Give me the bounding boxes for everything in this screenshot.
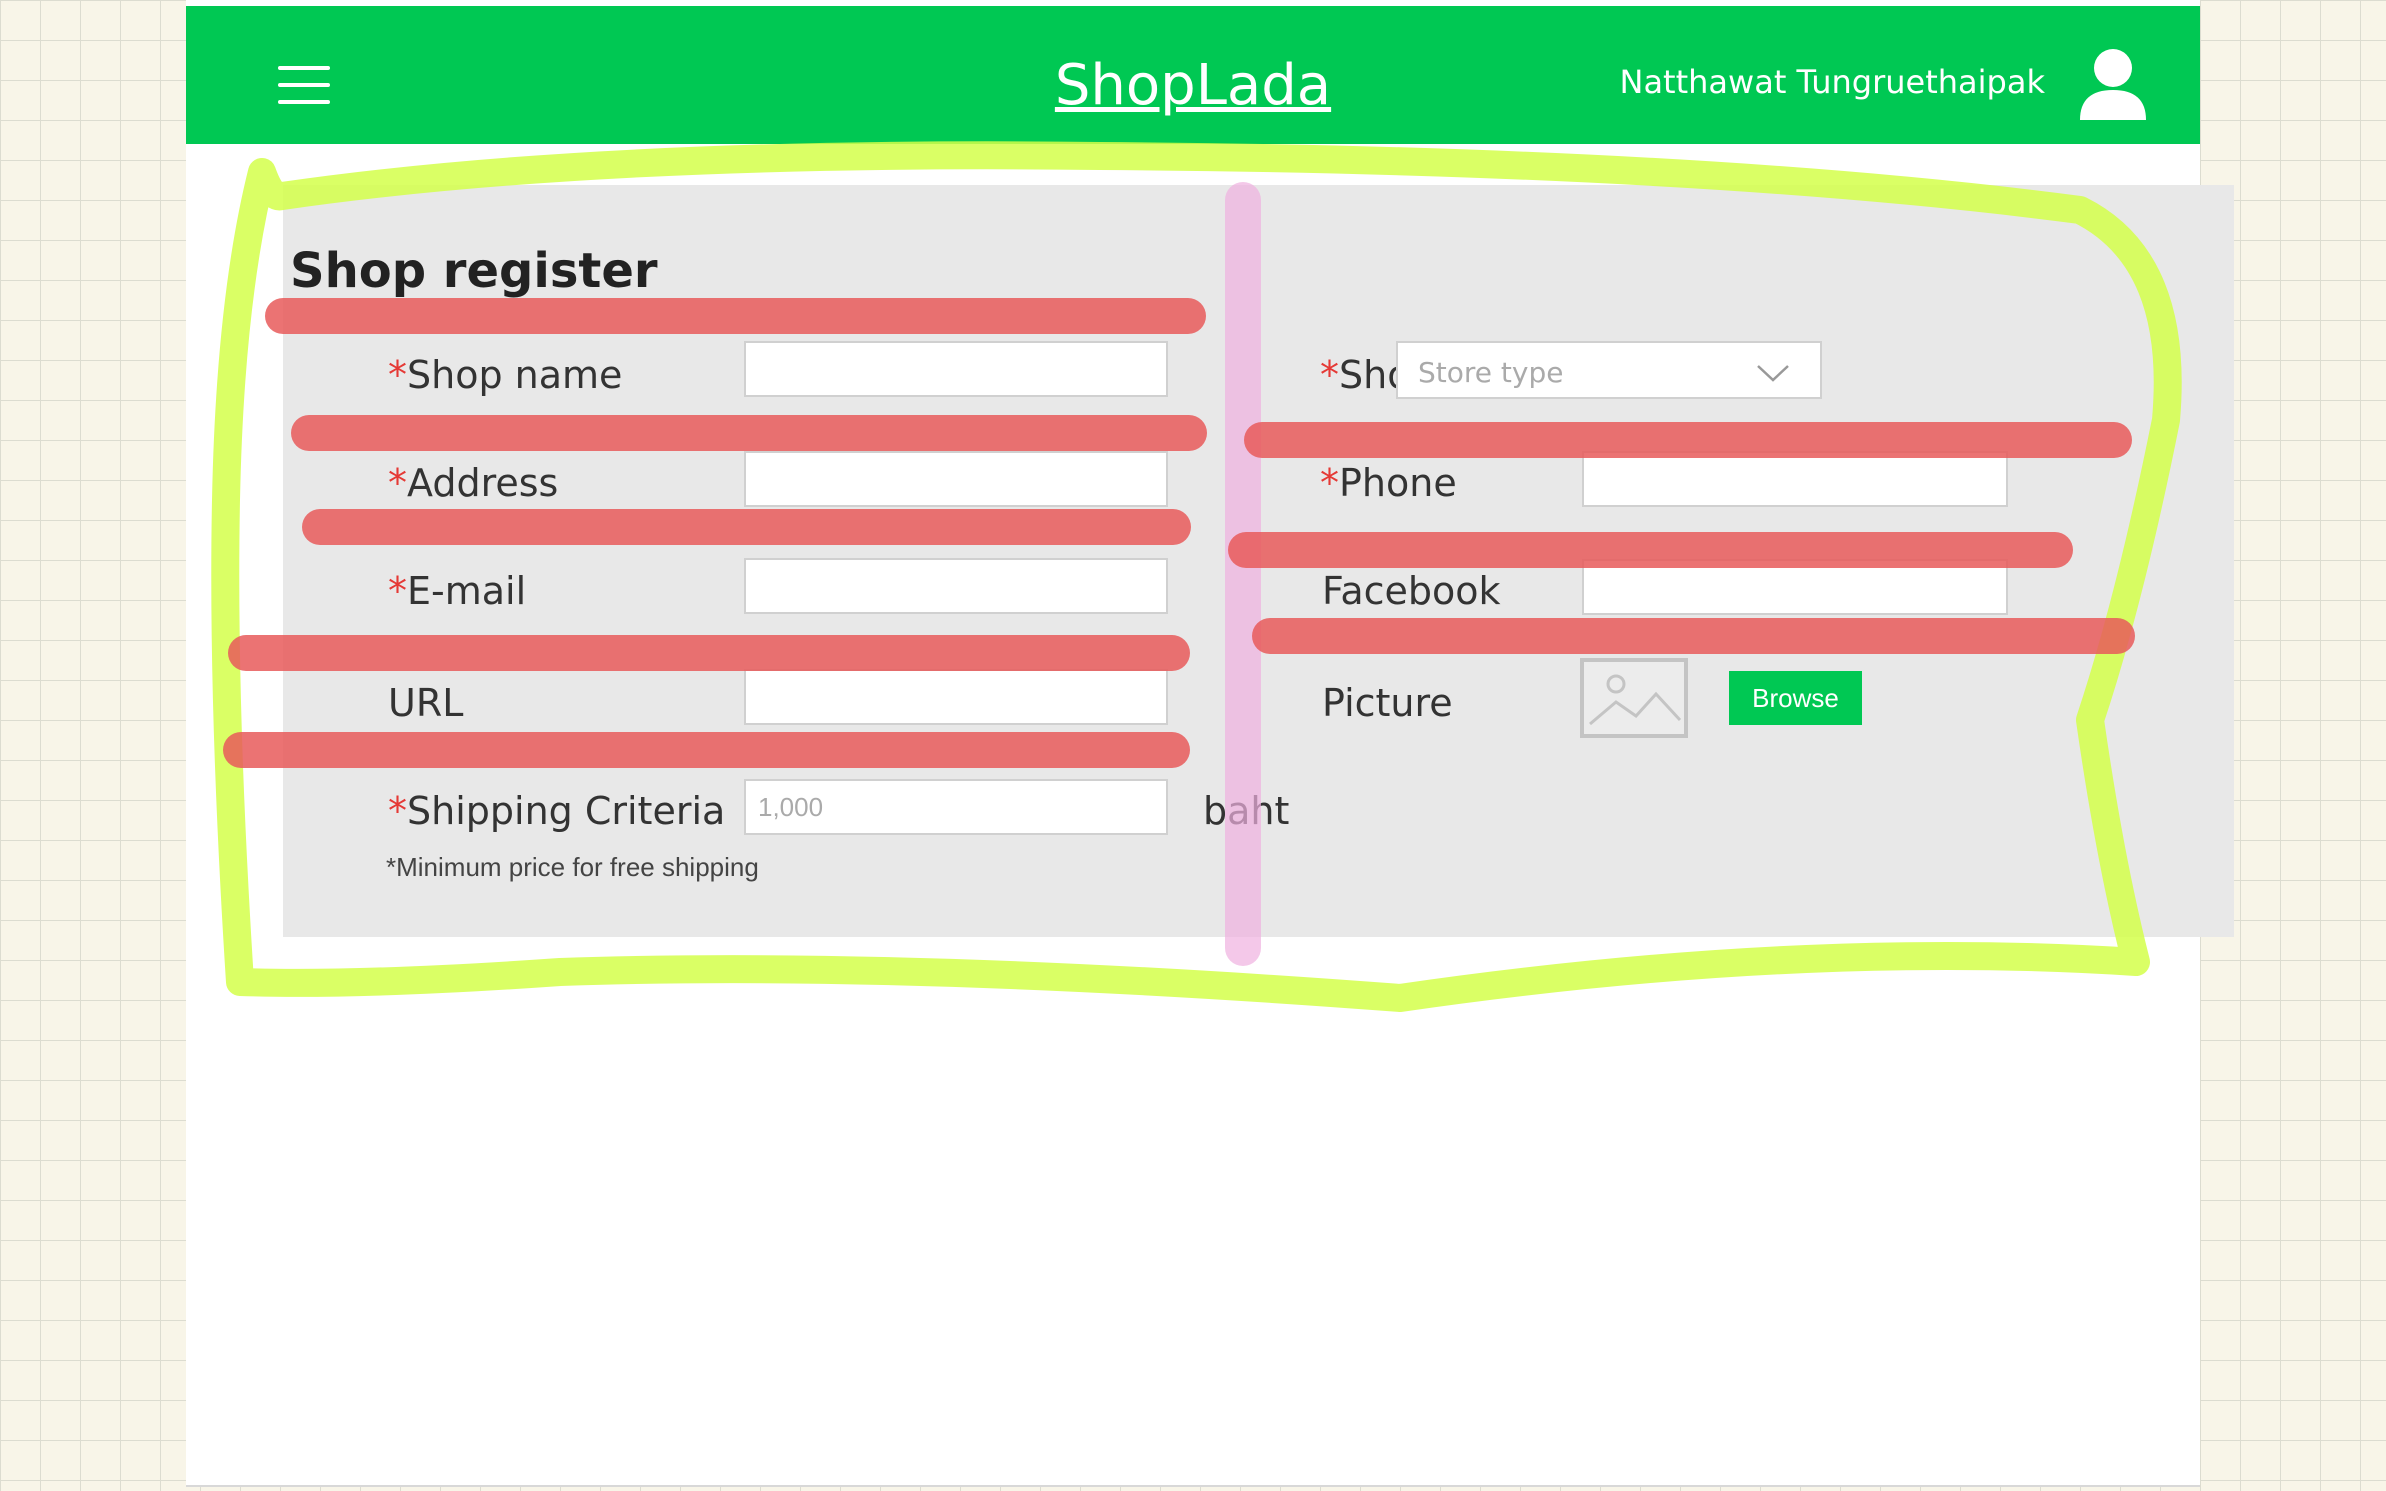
email-input[interactable] — [744, 558, 1168, 614]
user-icon[interactable] — [2078, 48, 2148, 120]
url-input[interactable] — [744, 669, 1168, 725]
currency-unit: baht — [1203, 789, 1290, 833]
top-navigation-bar: ShopLada Natthawat Tungruethaipak — [186, 6, 2200, 144]
required-mark: * — [1320, 353, 1339, 397]
shop-name-input[interactable] — [744, 341, 1168, 397]
required-mark: * — [388, 353, 407, 397]
address-label: *Address — [388, 461, 559, 505]
phone-label: *Phone — [1320, 461, 1457, 505]
required-mark: * — [388, 789, 407, 833]
shipping-criteria-input[interactable] — [744, 779, 1168, 835]
image-placeholder-icon — [1580, 658, 1688, 738]
email-label: *E-mail — [388, 569, 527, 613]
shop-type-select[interactable]: Store type — [1396, 341, 1822, 399]
shop-name-label: *Shop name — [388, 353, 623, 397]
facebook-label: Facebook — [1322, 569, 1501, 613]
shop-type-placeholder: Store type — [1418, 356, 1564, 389]
facebook-input[interactable] — [1582, 559, 2008, 615]
required-mark: * — [1320, 461, 1339, 505]
required-mark: * — [388, 461, 407, 505]
address-input[interactable] — [744, 451, 1168, 507]
url-label: URL — [388, 681, 464, 725]
user-name[interactable]: Natthawat Tungruethaipak — [1620, 62, 2046, 102]
picture-label: Picture — [1322, 681, 1453, 725]
browse-button[interactable]: Browse — [1729, 671, 1862, 725]
app-window: ShopLada Natthawat Tungruethaipak — [186, 0, 2234, 1487]
form-title: Shop register — [290, 243, 658, 299]
shipping-note: *Minimum price for free shipping — [386, 852, 759, 882]
required-mark: * — [388, 569, 407, 613]
shipping-criteria-label: *Shipping Criteria — [388, 789, 726, 833]
chevron-down-icon — [1757, 365, 1789, 382]
phone-input[interactable] — [1582, 451, 2008, 507]
brand-link[interactable]: ShopLada — [1055, 53, 1331, 118]
